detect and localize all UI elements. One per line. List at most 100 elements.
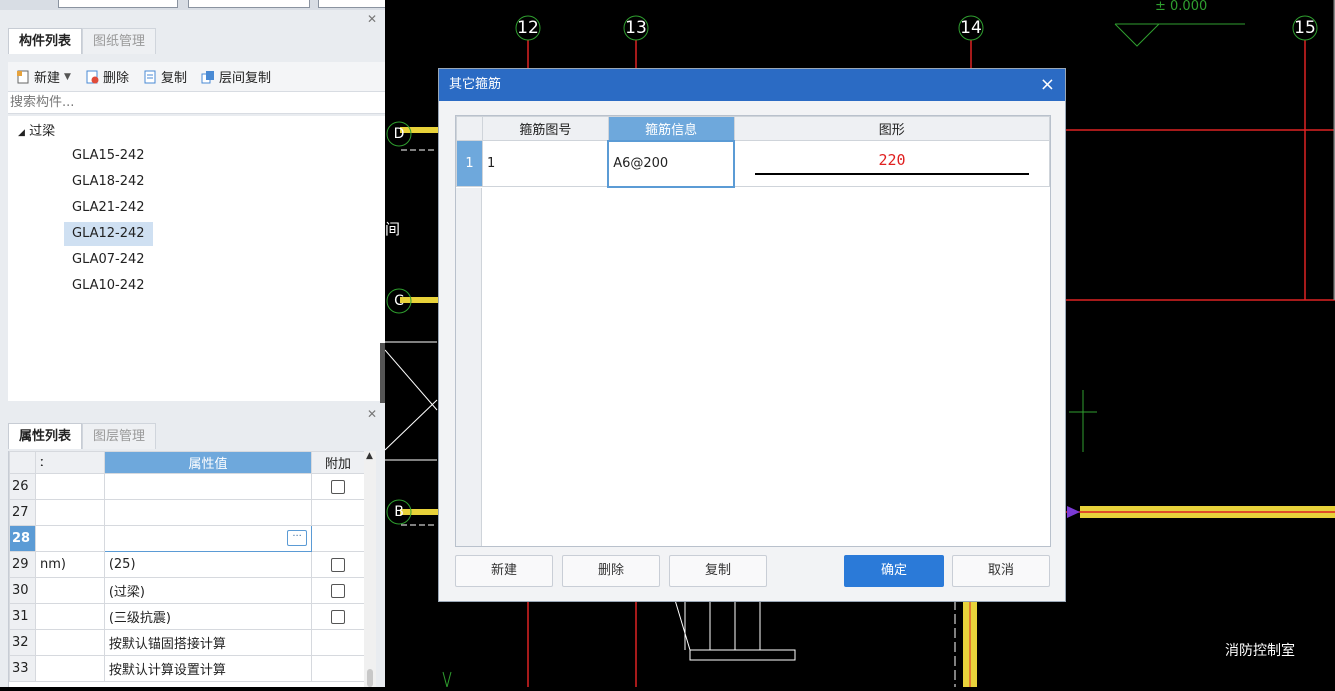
tab-drawing-manage[interactable]: 图纸管理 <box>82 28 157 54</box>
row-number: 27 <box>9 499 36 526</box>
ok-button[interactable]: 确定 <box>844 555 944 587</box>
top-combo-2[interactable] <box>188 0 310 8</box>
property-name <box>34 473 105 500</box>
property-scrollbar[interactable]: ▲ <box>364 451 376 687</box>
table-row: 33 按默认计算设置计算 <box>9 655 365 682</box>
tree-item[interactable]: GLA18-242 <box>64 170 153 194</box>
property-value[interactable]: 按默认计算设置计算 <box>103 655 313 682</box>
tree-item[interactable]: GLA10-242 <box>64 274 153 298</box>
table-row-selected: 28 ··· <box>9 525 365 552</box>
table-row: 31 (三级抗震) <box>9 603 365 630</box>
floor-copy-icon <box>201 70 214 83</box>
row-index: 1 <box>456 140 483 187</box>
copy-button[interactable]: 复制 <box>143 67 187 86</box>
top-combo-3[interactable] <box>318 0 385 8</box>
axis-label: 14 <box>960 18 982 38</box>
property-value-editor[interactable]: ··· <box>103 525 313 552</box>
extra-checkbox[interactable] <box>331 583 346 598</box>
property-name: nm) <box>34 551 105 578</box>
dropdown-icon[interactable]: ▼ <box>64 72 71 82</box>
floor-copy-button[interactable]: 层间复制 <box>201 67 271 86</box>
column-header-extra: 附加 <box>311 451 365 474</box>
row-number: 28 <box>9 525 36 552</box>
shape-line <box>755 173 1029 175</box>
elevation-label: ± 0.000 <box>1155 0 1208 14</box>
property-value[interactable]: (25) <box>103 551 313 578</box>
row-number: 26 <box>9 473 36 500</box>
cancel-button[interactable]: 取消 <box>952 555 1050 587</box>
property-name <box>34 629 105 656</box>
property-name <box>34 577 105 604</box>
column-header-shape: 图形 <box>733 116 1051 141</box>
table-row: 29 nm) (25) <box>9 551 365 578</box>
close-icon[interactable]: ✕ <box>367 407 377 421</box>
property-grid: ː 属性值 附加 26 27 28 ··· 29 nm) (25) 30 (过梁… <box>8 451 365 687</box>
table-corner <box>456 116 483 141</box>
tree-item[interactable]: GLA15-242 <box>64 144 153 168</box>
tab-property-list[interactable]: 属性列表 <box>8 423 83 449</box>
property-name <box>34 499 105 526</box>
column-header-value[interactable]: 属性值 <box>103 451 313 474</box>
axis-label: 12 <box>517 18 539 38</box>
row-number: 31 <box>9 603 36 630</box>
new-label: 新建 <box>34 71 61 86</box>
close-icon[interactable]: ✕ <box>367 12 377 26</box>
table-row[interactable]: 1 1 A6@200 220 <box>456 139 1051 188</box>
tree-item[interactable]: GLA07-242 <box>64 248 153 272</box>
axis-label: 15 <box>1294 18 1316 38</box>
table-row: 26 <box>9 473 365 500</box>
tab-component-list[interactable]: 构件列表 <box>8 28 83 54</box>
new-file-icon <box>17 70 29 83</box>
tree-item-selected[interactable]: GLA12-242 <box>64 222 153 246</box>
row-number: 32 <box>9 629 36 656</box>
axis-label: D <box>393 126 405 142</box>
delete-label: 删除 <box>102 71 129 86</box>
top-toolbar <box>0 0 385 10</box>
extra-checkbox[interactable] <box>331 479 346 494</box>
room-label: 消防控制室 <box>1225 643 1295 659</box>
other-stirrup-dialog: 其它箍筋 × 箍筋图号 箍筋信息 图形 1 1 A6@200 220 新建 删除… <box>438 68 1066 602</box>
property-name <box>34 655 105 682</box>
property-value[interactable] <box>103 499 313 526</box>
row-header-column <box>456 188 482 546</box>
axis-label: 13 <box>625 18 647 38</box>
property-value[interactable]: (过梁) <box>103 577 313 604</box>
dialog-title: 其它箍筋 <box>449 77 502 92</box>
new-button[interactable]: 新建 ▼ <box>16 67 71 86</box>
search-placeholder: 搜索构件... <box>10 95 75 110</box>
shape-dimension[interactable]: 220 <box>735 151 1049 169</box>
copy-icon <box>144 70 156 83</box>
column-header-name: ː <box>34 451 105 474</box>
column-header-figure-no: 箍筋图号 <box>481 116 609 141</box>
tab-layer-manage[interactable]: 图层管理 <box>82 423 157 449</box>
collapse-icon[interactable]: ◢ <box>18 128 25 138</box>
table-row: 30 (过梁) <box>9 577 365 604</box>
scroll-up-icon[interactable]: ▲ <box>366 451 373 461</box>
property-value[interactable]: (三级抗震) <box>103 603 313 630</box>
property-value[interactable] <box>103 473 313 500</box>
new-button[interactable]: 新建 <box>455 555 553 587</box>
top-combo-1[interactable] <box>58 0 178 8</box>
extra-checkbox[interactable] <box>331 609 346 624</box>
tree-root[interactable]: ◢ 过梁 <box>18 120 55 139</box>
tree-item[interactable]: GLA21-242 <box>64 196 153 220</box>
stirrup-info-cell[interactable]: A6@200 <box>607 139 736 188</box>
delete-button[interactable]: 删除 <box>562 555 660 587</box>
extra-checkbox[interactable] <box>331 557 346 572</box>
shape-cell[interactable]: 220 <box>733 140 1051 187</box>
tree-root-label: 过梁 <box>29 124 56 139</box>
row-number: 33 <box>9 655 36 682</box>
property-value[interactable]: 按默认锚固搭接计算 <box>103 629 313 656</box>
copy-label: 复制 <box>160 71 187 86</box>
close-icon[interactable]: × <box>1040 69 1055 101</box>
stirrup-table: 箍筋图号 箍筋信息 图形 1 1 A6@200 220 <box>455 115 1051 547</box>
property-name <box>34 603 105 630</box>
floor-copy-label: 层间复制 <box>218 71 271 86</box>
ellipsis-button[interactable]: ··· <box>287 530 308 546</box>
table-row: 32 按默认锚固搭接计算 <box>9 629 365 656</box>
copy-button[interactable]: 复制 <box>669 555 767 587</box>
figure-no-cell[interactable]: 1 <box>481 140 609 187</box>
scroll-thumb[interactable] <box>367 669 373 687</box>
row-number: 30 <box>9 577 36 604</box>
delete-button[interactable]: 删除 <box>85 67 129 86</box>
